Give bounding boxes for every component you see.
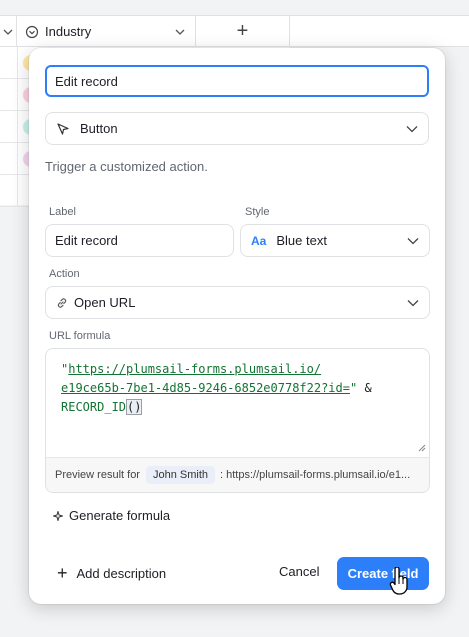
- field-config-dialog: Edit record Button Trigger a customized …: [29, 48, 445, 604]
- formula-preview-bar: Preview result for John Smith : https://…: [46, 457, 429, 492]
- button-style-select[interactable]: Aa Blue text: [240, 224, 430, 257]
- add-description-label: Add description: [76, 565, 167, 581]
- chevron-down-icon[interactable]: [175, 29, 185, 35]
- plus-icon: +: [236, 20, 249, 42]
- field-name-value: Edit record: [55, 73, 118, 89]
- add-description-button[interactable]: + Add description: [57, 564, 166, 582]
- url-formula-caption: URL formula: [49, 330, 111, 342]
- chevron-down-icon: [406, 125, 418, 132]
- chevron-down-icon: [407, 299, 419, 306]
- add-column-button[interactable]: +: [196, 16, 290, 47]
- formula-url-part2: e19ce65b-7be1-4d85-9246-6852e0778f22?id=: [61, 381, 350, 395]
- style-caption: Style: [245, 206, 270, 218]
- preview-result: : https://plumsail-forms.plumsail.io/e1.…: [220, 469, 411, 481]
- formula-function: RECORD_ID: [61, 400, 127, 414]
- chevron-down-icon: [3, 29, 13, 35]
- chevron-down-icon: [407, 237, 419, 244]
- sparkle-icon: [53, 510, 63, 521]
- grid-header: Industry +: [0, 15, 469, 47]
- grid-column-industry[interactable]: Industry: [17, 16, 196, 47]
- preview-record-chip[interactable]: John Smith: [145, 466, 216, 484]
- formula-operator: &: [364, 381, 372, 395]
- text-style-icon: Aa: [251, 233, 267, 248]
- cursor-click-icon: [57, 122, 69, 135]
- button-label-value: Edit record: [55, 233, 118, 248]
- single-select-icon: [25, 25, 39, 38]
- grid-column-prev[interactable]: [0, 16, 17, 47]
- create-field-button[interactable]: Create field: [337, 557, 429, 590]
- field-name-input[interactable]: Edit record: [45, 65, 429, 97]
- formula-code[interactable]: "https://plumsail-forms.plumsail.io/ e19…: [61, 360, 411, 417]
- formula-parens: (): [126, 399, 143, 415]
- column-name-industry: Industry: [45, 24, 92, 39]
- resize-handle-icon[interactable]: [418, 444, 426, 452]
- link-icon: [57, 297, 67, 308]
- generate-formula-button[interactable]: Generate formula: [53, 508, 170, 523]
- hand-pointer-icon: [389, 567, 408, 595]
- label-caption: Label: [49, 206, 76, 218]
- button-action-value: Open URL: [74, 295, 136, 310]
- cancel-button[interactable]: Cancel: [279, 564, 319, 579]
- button-action-select[interactable]: Open URL: [45, 286, 430, 319]
- action-caption: Action: [49, 268, 80, 280]
- preview-label: Preview result for: [55, 469, 140, 481]
- url-formula-editor[interactable]: "https://plumsail-forms.plumsail.io/ e19…: [45, 348, 430, 493]
- plus-icon: +: [57, 563, 68, 583]
- field-type-select[interactable]: Button: [45, 112, 429, 145]
- formula-url-part1: https://plumsail-forms.plumsail.io/: [68, 362, 322, 376]
- button-label-input[interactable]: Edit record: [45, 224, 234, 257]
- button-style-value: Blue text: [276, 233, 327, 248]
- generate-formula-label: Generate formula: [69, 508, 171, 523]
- field-type-value: Button: [80, 121, 118, 136]
- field-type-description: Trigger a customized action.: [45, 159, 208, 174]
